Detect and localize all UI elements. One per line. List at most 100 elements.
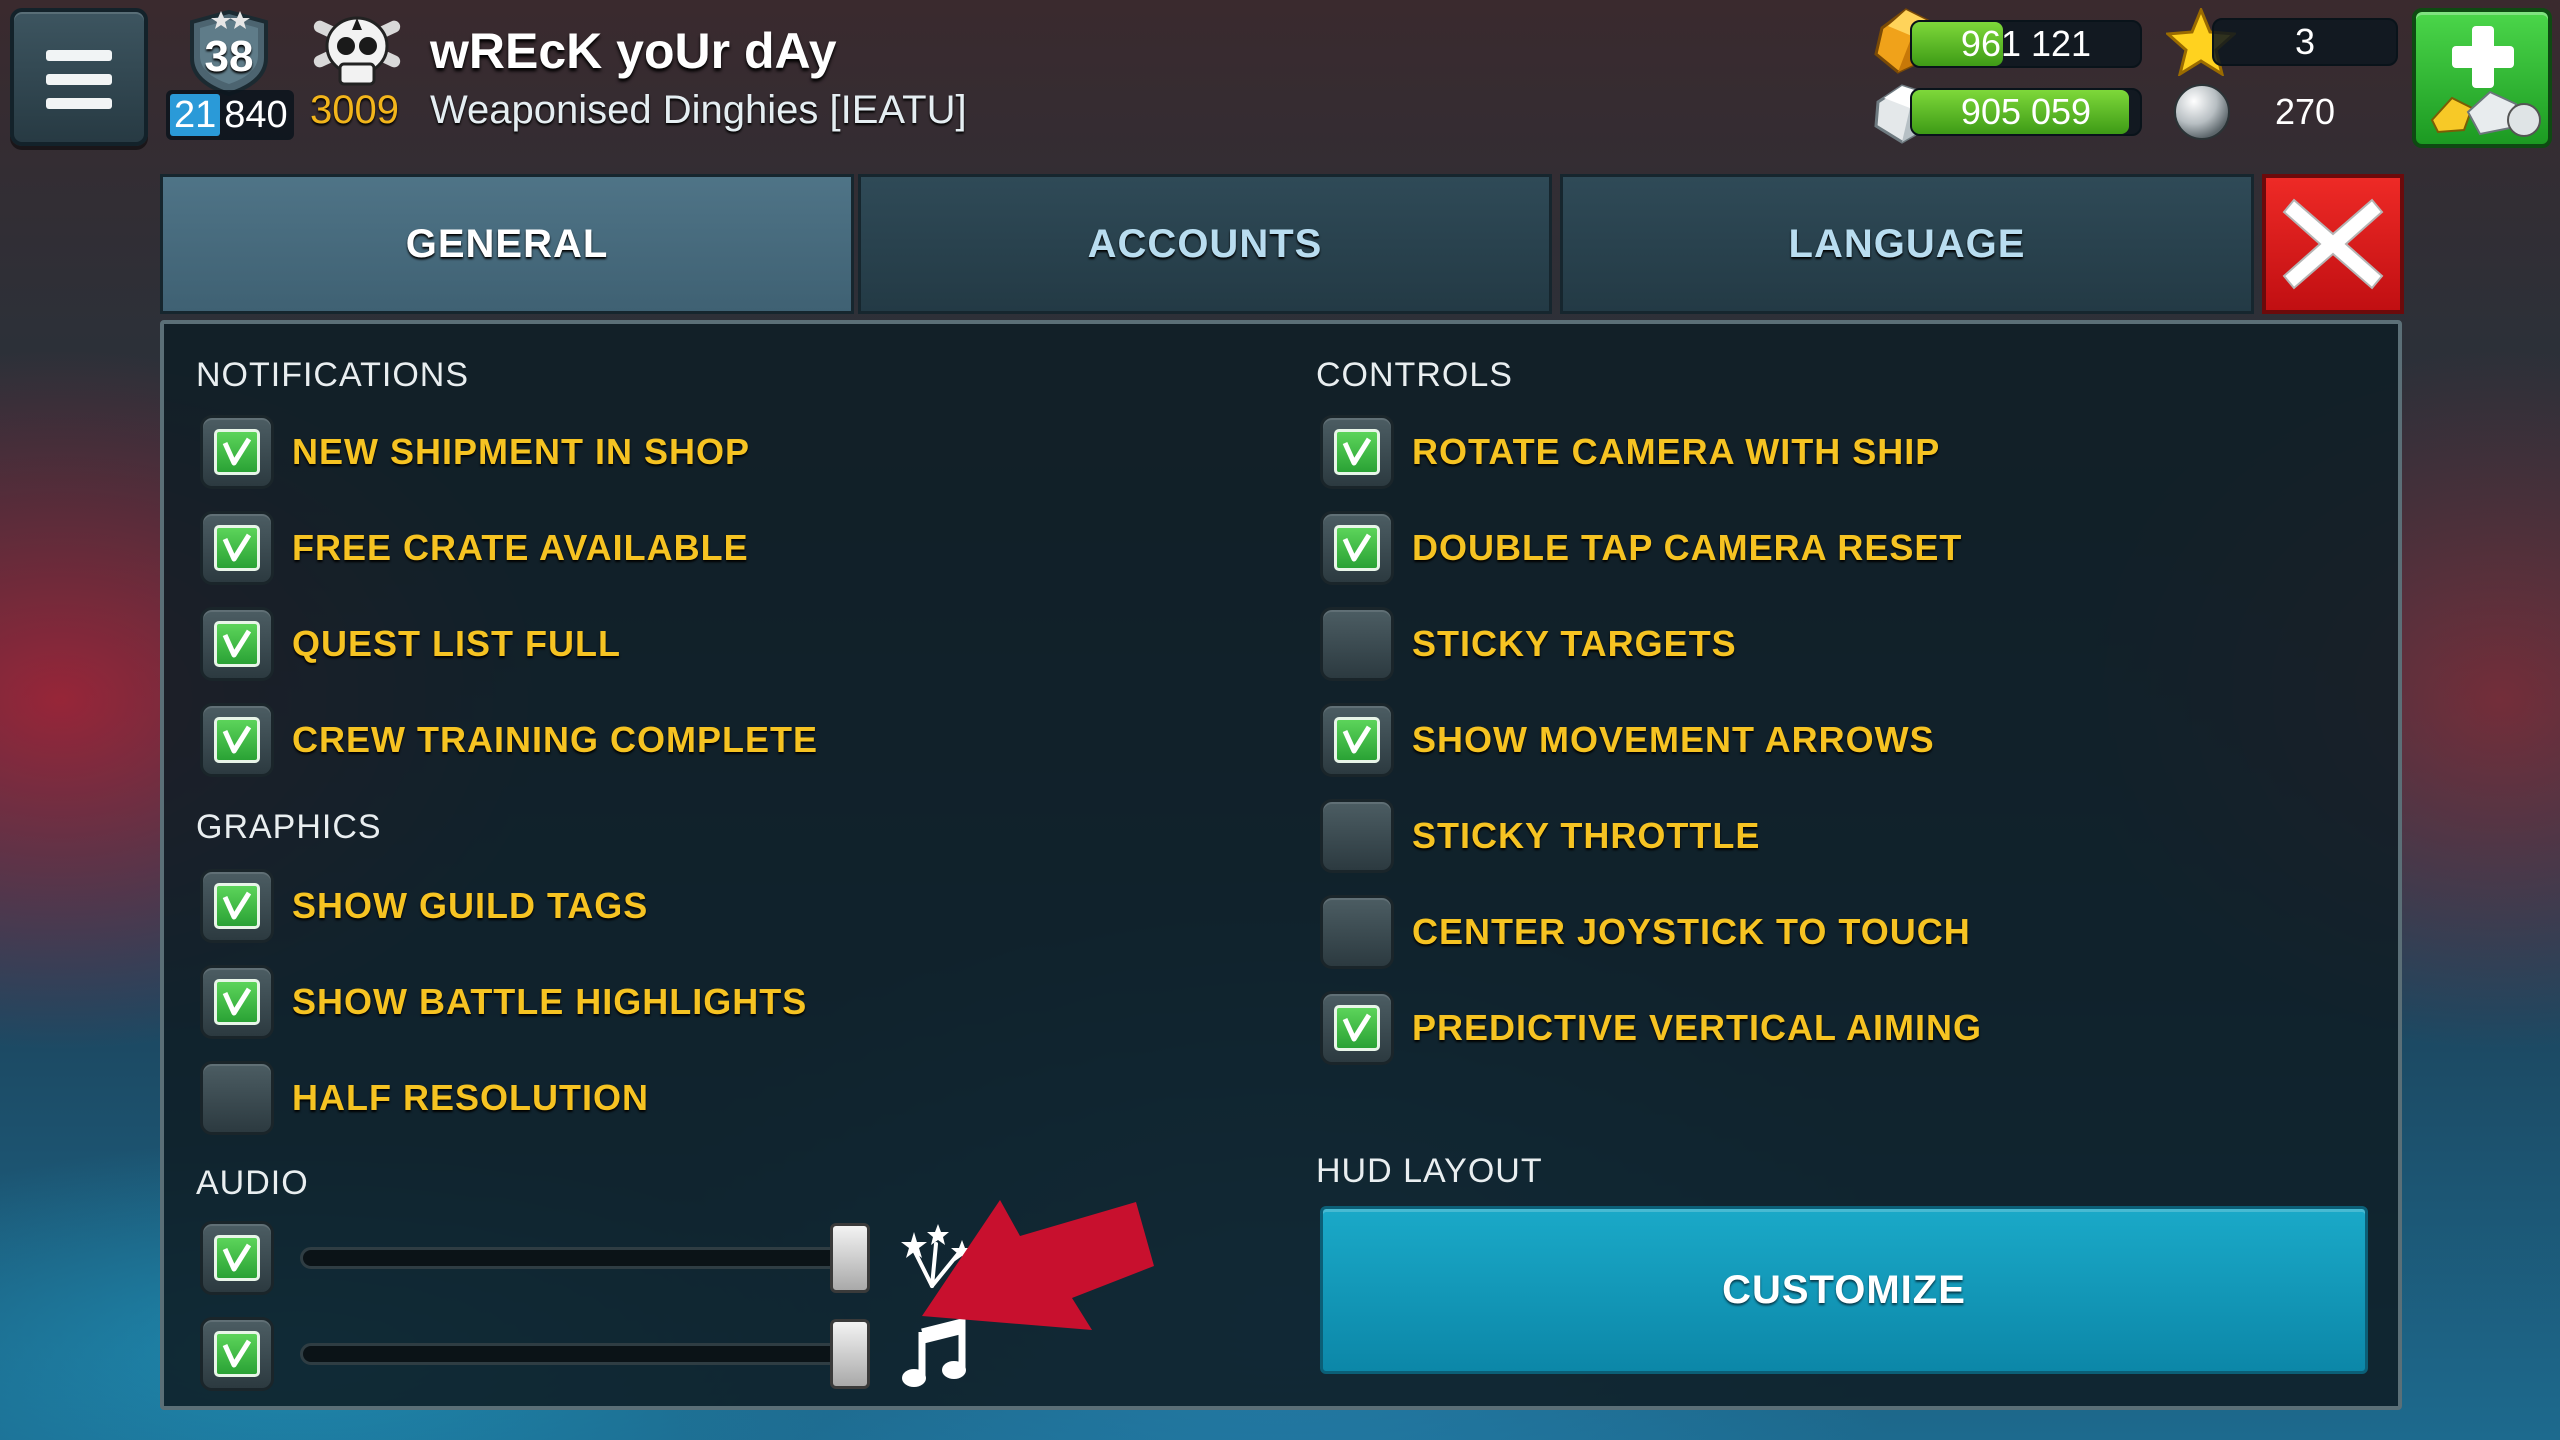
menu-bar: [46, 98, 112, 109]
checkmark-icon: [214, 621, 260, 667]
option-label: CREW TRAINING COMPLETE: [292, 719, 818, 760]
option-row[interactable]: ROTATE CAMERA WITH SHIP: [1320, 414, 1940, 490]
music-slider-track[interactable]: [300, 1343, 870, 1365]
skull-crossbones-icon: [302, 8, 412, 96]
option-checkbox[interactable]: [200, 869, 274, 943]
option-checkbox[interactable]: [200, 703, 274, 777]
option-checkbox[interactable]: [200, 607, 274, 681]
add-currency-button[interactable]: [2412, 8, 2552, 148]
menu-bar: [46, 50, 112, 61]
option-row[interactable]: QUEST LIST FULL: [200, 606, 621, 682]
option-label: ROTATE CAMERA WITH SHIP: [1412, 431, 1941, 472]
annotation-arrow-icon: [914, 1194, 1154, 1364]
player-name: wREcK yoUr dAy: [430, 23, 837, 79]
option-row[interactable]: PREDICTIVE VERTICAL AIMING: [1320, 990, 1982, 1066]
checkmark-icon: [1334, 525, 1380, 571]
option-checkbox[interactable]: [200, 415, 274, 489]
checkmark-icon: [1334, 717, 1380, 763]
star-amount: 3: [2294, 21, 2316, 62]
option-row[interactable]: FREE CRATE AVAILABLE: [200, 510, 749, 586]
checkmark-icon: [214, 1331, 260, 1377]
main-menu-button[interactable]: [10, 8, 148, 146]
option-label: DOUBLE TAP CAMERA RESET: [1412, 527, 1963, 568]
option-label: STICKY THROTTLE: [1412, 815, 1761, 856]
checkmark-icon: [214, 979, 260, 1025]
controls-title: CONTROLS: [1316, 356, 1513, 394]
option-row[interactable]: CREW TRAINING COMPLETE: [200, 702, 818, 778]
option-row[interactable]: STICKY TARGETS: [1320, 606, 1737, 682]
plus-icon: [2430, 26, 2541, 137]
tab-general-label: GENERAL: [405, 221, 609, 266]
gold-counter: 961 121: [1910, 20, 2142, 68]
tab-language[interactable]: LANGUAGE: [1560, 174, 2254, 314]
option-label: PREDICTIVE VERTICAL AIMING: [1412, 1007, 1983, 1048]
option-label: STICKY TARGETS: [1412, 623, 1737, 664]
silver-amount: 905 059: [1960, 91, 2092, 132]
sfx-slider-thumb[interactable]: [830, 1223, 870, 1293]
audio-title: AUDIO: [196, 1164, 309, 1202]
settings-panel: NOTIFICATIONS NEW SHIPMENT IN SHOP FREE C…: [160, 320, 2402, 1410]
tab-accounts-label: ACCOUNTS: [1087, 221, 1323, 266]
close-button[interactable]: [2262, 174, 2404, 314]
checkmark-icon: [214, 525, 260, 571]
option-checkbox[interactable]: [1320, 415, 1394, 489]
pearl-amount: 270: [2274, 91, 2336, 132]
hud-layout-title: HUD LAYOUT: [1316, 1152, 1543, 1190]
star-counter: 3: [2212, 18, 2398, 66]
skull-score: 3009: [310, 88, 399, 132]
option-label: FREE CRATE AVAILABLE: [292, 527, 749, 568]
rank-progress-highlight: 21: [170, 94, 221, 136]
rank-progress-rest: 840: [224, 93, 288, 136]
checkmark-icon: [214, 1235, 260, 1281]
customize-label: CUSTOMIZE: [1722, 1267, 1966, 1312]
tab-general[interactable]: GENERAL: [160, 174, 854, 314]
tab-language-label: LANGUAGE: [1788, 221, 2026, 266]
option-row[interactable]: SHOW GUILD TAGS: [200, 868, 648, 944]
checkmark-icon: [214, 429, 260, 475]
rank-shield-icon: 38: [182, 8, 276, 97]
option-checkbox[interactable]: [1320, 703, 1394, 777]
option-checkbox[interactable]: [1320, 511, 1394, 585]
rank-progress: 21 840: [166, 90, 294, 140]
option-row[interactable]: SHOW MOVEMENT ARROWS: [1320, 702, 1935, 778]
checkmark-icon: [1334, 429, 1380, 475]
option-label: SHOW MOVEMENT ARROWS: [1412, 719, 1935, 760]
notifications-title: NOTIFICATIONS: [196, 356, 470, 394]
option-label: SHOW BATTLE HIGHLIGHTS: [292, 981, 808, 1022]
option-checkbox[interactable]: [1320, 991, 1394, 1065]
music-slider-thumb[interactable]: [830, 1319, 870, 1389]
option-label: HALF RESOLUTION: [292, 1077, 649, 1118]
option-checkbox[interactable]: [200, 965, 274, 1039]
option-row[interactable]: STICKY THROTTLE: [1320, 798, 1760, 874]
option-label: CENTER JOYSTICK TO TOUCH: [1412, 911, 1971, 952]
option-row[interactable]: CENTER JOYSTICK TO TOUCH: [1320, 894, 1971, 970]
option-checkbox[interactable]: [1320, 607, 1394, 681]
rank-number: 38: [204, 32, 254, 81]
silver-counter: 905 059: [1910, 88, 2142, 136]
option-label: QUEST LIST FULL: [292, 623, 621, 664]
option-checkbox[interactable]: [1320, 895, 1394, 969]
menu-bar: [46, 74, 112, 85]
option-row[interactable]: SHOW BATTLE HIGHLIGHTS: [200, 964, 807, 1040]
music-checkbox[interactable]: [200, 1317, 274, 1391]
tab-accounts[interactable]: ACCOUNTS: [858, 174, 1552, 314]
gold-amount: 961 121: [1960, 23, 2092, 64]
audio-music-row: [200, 1316, 274, 1392]
option-checkbox[interactable]: [1320, 799, 1394, 873]
graphics-title: GRAPHICS: [196, 808, 382, 846]
option-row[interactable]: DOUBLE TAP CAMERA RESET: [1320, 510, 1962, 586]
option-checkbox[interactable]: [200, 511, 274, 585]
checkmark-icon: [214, 883, 260, 929]
sfx-slider-track[interactable]: [300, 1247, 870, 1269]
option-row[interactable]: NEW SHIPMENT IN SHOP: [200, 414, 750, 490]
sfx-checkbox[interactable]: [200, 1221, 274, 1295]
checkmark-icon: [1334, 1005, 1380, 1051]
option-row[interactable]: HALF RESOLUTION: [200, 1060, 649, 1136]
customize-hud-button[interactable]: CUSTOMIZE: [1320, 1206, 2368, 1374]
option-checkbox[interactable]: [200, 1061, 274, 1135]
pearl-counter: 270: [2212, 88, 2398, 136]
option-label: SHOW GUILD TAGS: [292, 885, 649, 926]
guild-name: Weaponised Dinghies [IEATU]: [430, 88, 967, 132]
checkmark-icon: [214, 717, 260, 763]
audio-sfx-row: [200, 1220, 274, 1296]
